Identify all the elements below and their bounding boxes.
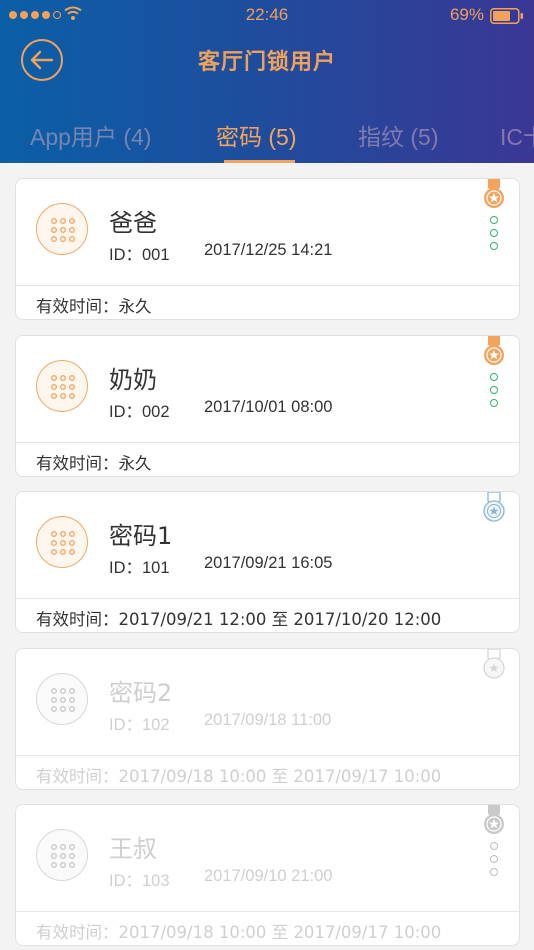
created-time: 2017/10/01 08:00 xyxy=(204,398,333,416)
validity-period: 有效时间：2017/09/21 12:00 至 2017/10/20 12:00 xyxy=(36,610,442,629)
header: 22:46 69% 客厅门锁用户 App用户 (4) 密码 (5) 指纹 (5)… xyxy=(0,0,534,163)
user-card[interactable]: 密码1 ID：101 2017/09/21 16:05 有效时间：2017/09… xyxy=(15,491,520,633)
keypad-icon xyxy=(36,829,88,881)
more-options-icon[interactable] xyxy=(490,842,500,876)
user-name: 密码1 xyxy=(109,522,173,550)
user-card[interactable]: 奶奶 ID：002 2017/10/01 08:00 有效时间：永久 xyxy=(15,335,520,477)
validity-period: 有效时间：2017/09/18 10:00 至 2017/09/17 10:00 xyxy=(36,767,442,786)
keypad-icon xyxy=(36,673,88,725)
keypad-icon xyxy=(36,360,88,412)
more-options-icon[interactable] xyxy=(490,216,500,250)
divider xyxy=(16,285,519,286)
user-card[interactable]: 王叔 ID：103 2017/09/10 21:00 有效时间：2017/09/… xyxy=(15,804,520,946)
user-card[interactable]: 密码2 ID：102 2017/09/18 11:00 有效时间：2017/09… xyxy=(15,648,520,790)
created-time: 2017/12/25 14:21 xyxy=(204,241,333,259)
validity-period: 有效时间：永久 xyxy=(36,297,152,316)
user-card[interactable]: 爸爸 ID：001 2017/12/25 14:21 有效时间：永久 xyxy=(15,178,520,320)
gold-medal-icon xyxy=(484,179,504,208)
tab-passwords[interactable]: 密码 (5) xyxy=(216,118,297,152)
page-title: 客厅门锁用户 xyxy=(197,50,336,75)
user-name: 爸爸 xyxy=(109,209,157,237)
grey-medal-icon xyxy=(483,649,505,679)
battery-icon xyxy=(490,8,523,24)
silver-medal-icon xyxy=(483,492,505,522)
created-time: 2017/09/10 21:00 xyxy=(204,867,333,885)
status-bar: 22:46 69% xyxy=(0,0,534,30)
created-time: 2017/09/21 16:05 xyxy=(204,554,333,572)
validity-period: 有效时间：永久 xyxy=(36,454,152,473)
user-id: ID：001 xyxy=(109,246,170,264)
gold-medal-icon xyxy=(484,336,504,365)
tab-bar: App用户 (4) 密码 (5) 指纹 (5) IC卡 xyxy=(0,118,534,163)
created-time: 2017/09/18 11:00 xyxy=(204,711,332,729)
tab-fingerprints[interactable]: 指纹 (5) xyxy=(358,118,439,152)
user-id: ID：002 xyxy=(109,403,170,421)
divider xyxy=(16,442,519,443)
more-options-icon[interactable] xyxy=(490,373,500,407)
user-name: 密码2 xyxy=(109,679,173,707)
keypad-icon xyxy=(36,516,88,568)
validity-period: 有效时间：2017/09/18 10:00 至 2017/09/17 10:00 xyxy=(36,923,442,942)
grey-medal-icon xyxy=(484,805,504,834)
tab-ic-cards[interactable]: IC卡 xyxy=(500,118,534,152)
divider xyxy=(16,755,519,756)
keypad-icon xyxy=(36,203,88,255)
user-id: ID：103 xyxy=(109,872,170,890)
divider xyxy=(16,911,519,912)
user-name: 奶奶 xyxy=(109,366,157,394)
user-id: ID：102 xyxy=(109,716,170,734)
tab-app-users[interactable]: App用户 (4) xyxy=(30,118,151,152)
active-tab-indicator xyxy=(224,160,295,163)
divider xyxy=(16,598,519,599)
battery-percentage: 69% xyxy=(449,5,484,24)
user-name: 王叔 xyxy=(109,835,157,863)
user-id: ID：101 xyxy=(109,559,170,577)
